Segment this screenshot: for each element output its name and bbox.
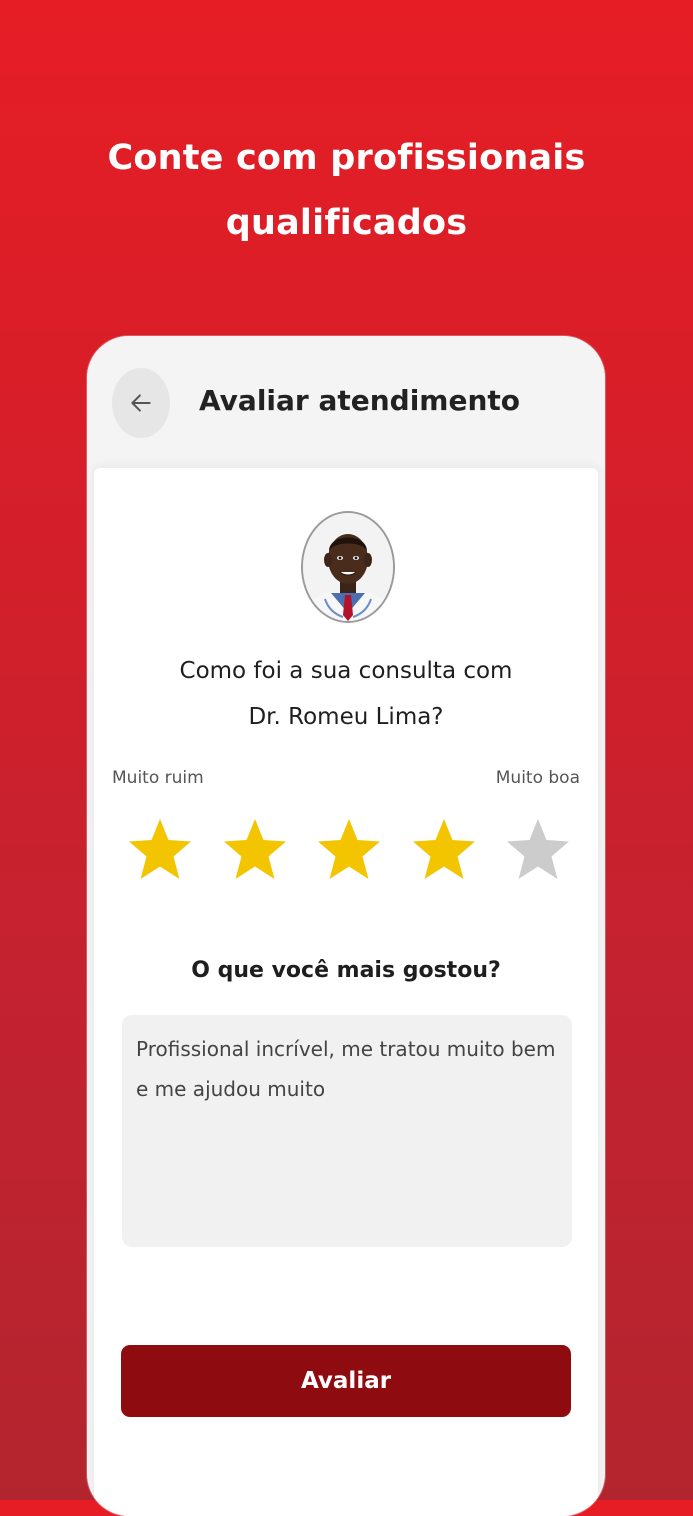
arrow-left-icon: [131, 394, 151, 412]
rating-card: Como foi a sua consulta com Dr. Romeu Li…: [94, 468, 598, 1516]
star-icon: [412, 819, 475, 879]
star-3-filled[interactable]: [316, 813, 382, 885]
star-icon: [318, 819, 380, 879]
feedback-title: O que você mais gostou?: [191, 958, 501, 983]
headline-line-2: qualificados: [225, 203, 468, 243]
star-5-empty[interactable]: [505, 813, 571, 885]
star-icon: [223, 819, 286, 879]
headline-line-1: Conte com profissionais: [107, 138, 586, 178]
star-icon: [507, 819, 569, 879]
app-header: Avaliar atendimento: [87, 336, 605, 466]
page-title: Avaliar atendimento: [199, 384, 521, 417]
scale-label-high: Muito boa: [495, 768, 580, 788]
rating-question-doctor: Dr. Romeu Lima?: [248, 704, 444, 730]
star-1-filled[interactable]: [127, 813, 193, 885]
headline: Conte com profissionais qualificados: [0, 126, 693, 256]
star-icon: [129, 819, 191, 879]
doctor-portrait-image: [303, 513, 393, 621]
rating-question-line-1: Como foi a sua consulta com: [179, 658, 513, 684]
back-button[interactable]: [112, 368, 170, 438]
star-4-filled[interactable]: [411, 813, 477, 885]
star-2-filled[interactable]: [222, 813, 288, 885]
scale-label-low: Muito ruim: [112, 768, 204, 788]
phone-mockup: Avaliar atendimento Como foi a sua consu…: [87, 336, 605, 1516]
rating-question: Como foi a sua consulta com Dr. Romeu Li…: [94, 648, 598, 740]
feedback-textarea[interactable]: Profissional incrível, me tratou muito b…: [122, 1015, 572, 1247]
doctor-avatar: [301, 511, 395, 623]
star-rating: [127, 813, 577, 885]
submit-rating-button[interactable]: Avaliar: [121, 1345, 571, 1417]
